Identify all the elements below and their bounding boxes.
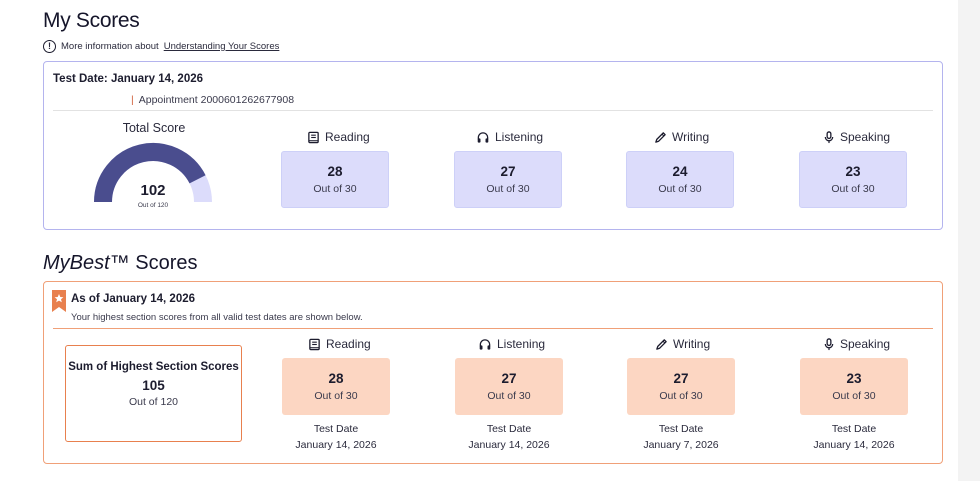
- book-icon: [308, 131, 319, 143]
- headphones-icon: [477, 131, 489, 143]
- score-value: 28: [328, 371, 344, 386]
- sum-out-of: Out of 120: [128, 396, 179, 408]
- total-score-out-of: Out of 120: [137, 202, 169, 209]
- mybest-box-speaking: 23 Out of 30: [800, 358, 908, 415]
- appointment-separator: |: [131, 94, 134, 106]
- section-label: Listening: [495, 130, 544, 144]
- book-icon: [309, 338, 320, 350]
- mybest-box-reading: 28 Out of 30: [282, 358, 390, 415]
- score-out-of: Out of 30: [486, 183, 530, 195]
- score-box-writing: 24 Out of 30: [626, 151, 734, 208]
- total-score-value: 102: [140, 182, 166, 199]
- test-date-label: Test Date: [313, 423, 359, 435]
- section-header-speaking: Speaking: [823, 130, 890, 144]
- mybest-header-speaking: Speaking: [823, 337, 890, 351]
- test-date-listening: Test Date January 14, 2026: [455, 421, 563, 453]
- sum-label: Sum of Highest Section Scores: [68, 361, 239, 373]
- test-date-speaking: Test Date January 14, 2026: [800, 421, 908, 453]
- section-label: Speaking: [840, 337, 891, 351]
- test-date-writing: Test Date January 7, 2026: [627, 421, 735, 453]
- pencil-icon: [656, 338, 667, 350]
- test-date-value: January 7, 2026: [643, 439, 719, 451]
- test-date-label: Test Date: [658, 423, 704, 435]
- headphones-icon: [479, 338, 491, 350]
- score-out-of: Out of 30: [658, 183, 702, 195]
- score-value: 28: [327, 164, 343, 179]
- score-out-of: Out of 30: [832, 390, 876, 402]
- section-header-reading: Reading: [307, 130, 370, 144]
- section-label: Speaking: [840, 130, 891, 144]
- mybest-scores-title: MyBest™ Scores: [43, 252, 198, 275]
- sum-value: 105: [142, 378, 165, 393]
- divider: [53, 110, 933, 111]
- score-box-reading: 28 Out of 30: [281, 151, 389, 208]
- understanding-scores-link[interactable]: Understanding Your Scores: [164, 41, 280, 52]
- mybest-box-listening: 27 Out of 30: [455, 358, 563, 415]
- mybest-description: Your highest section scores from all val…: [71, 312, 363, 323]
- test-date-value: January 14, 2026: [813, 439, 895, 451]
- score-out-of: Out of 30: [313, 183, 357, 195]
- score-out-of: Out of 30: [831, 183, 875, 195]
- appointment: | Appointment 2000601262677908: [131, 94, 294, 106]
- sum-highest-scores-box: Sum of Highest Section Scores 105 Out of…: [65, 345, 242, 442]
- section-label: Reading: [326, 337, 371, 351]
- info-icon: !: [43, 39, 56, 53]
- microphone-icon: [824, 337, 834, 350]
- score-value: 27: [501, 371, 517, 386]
- mybest-box-writing: 27 Out of 30: [627, 358, 735, 415]
- mybest-header-listening: Listening: [478, 337, 545, 351]
- test-date-label: Test Date: [831, 423, 877, 435]
- section-label: Reading: [325, 130, 370, 144]
- section-header-writing: Writing: [654, 130, 709, 144]
- ribbon-star-icon: [52, 290, 66, 312]
- score-out-of: Out of 30: [314, 390, 358, 402]
- mybest-header-writing: Writing: [655, 337, 710, 351]
- divider: [53, 328, 933, 329]
- score-value: 24: [672, 164, 688, 179]
- score-value: 23: [846, 371, 862, 386]
- appointment-number: Appointment 2000601262677908: [138, 94, 295, 106]
- info-row: ! More information about Understanding Y…: [43, 39, 279, 53]
- info-text: More information about: [61, 40, 159, 52]
- microphone-icon: [824, 130, 834, 143]
- page-title: My Scores: [43, 9, 140, 32]
- score-box-listening: 27 Out of 30: [454, 151, 562, 208]
- score-out-of: Out of 30: [487, 390, 531, 402]
- section-header-listening: Listening: [476, 130, 543, 144]
- score-value: 27: [500, 164, 516, 179]
- score-out-of: Out of 30: [659, 390, 703, 402]
- test-date-value: January 14, 2026: [468, 439, 550, 451]
- score-value: 27: [673, 371, 689, 386]
- page: My Scores ! More information about Under…: [0, 0, 958, 481]
- mybest-title-rest: Scores: [129, 252, 198, 274]
- test-date-reading: Test Date January 14, 2026: [282, 421, 390, 453]
- mybest-scores-card: As of January 14, 2026 Your highest sect…: [43, 281, 943, 464]
- score-value: 23: [845, 164, 861, 179]
- test-date-label: Test Date: [486, 423, 532, 435]
- my-scores-card: Test Date: January 14, 2026 | Appointmen…: [43, 61, 943, 230]
- as-of-date: As of January 14, 2026: [71, 293, 196, 305]
- section-label: Writing: [673, 337, 711, 351]
- test-date: Test Date: January 14, 2026: [53, 73, 204, 85]
- mybest-title-brand: MyBest™: [43, 252, 130, 274]
- mybest-header-reading: Reading: [308, 337, 371, 351]
- section-label: Listening: [497, 337, 546, 351]
- score-box-speaking: 23 Out of 30: [799, 151, 907, 208]
- total-score-label: Total Score: [122, 121, 186, 135]
- pencil-icon: [655, 131, 666, 143]
- test-date-value: January 14, 2026: [295, 439, 377, 451]
- section-label: Writing: [672, 130, 710, 144]
